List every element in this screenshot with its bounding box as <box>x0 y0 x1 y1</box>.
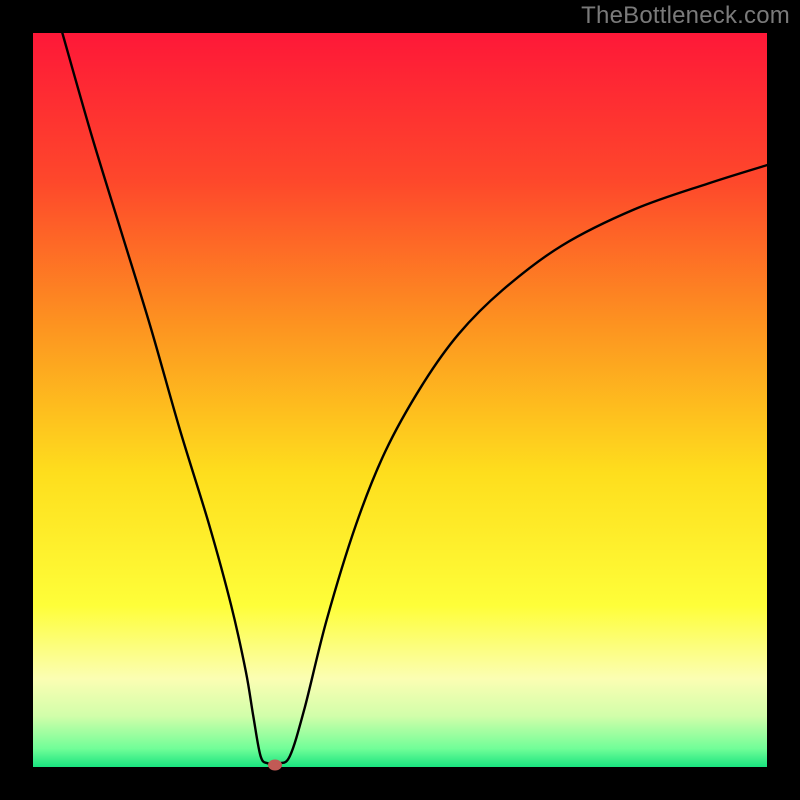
optimal-point-marker <box>268 759 282 770</box>
watermark-text: TheBottleneck.com <box>581 2 790 30</box>
plot-svg <box>33 33 767 767</box>
chart-frame: TheBottleneck.com <box>0 0 800 800</box>
gradient-background <box>33 33 767 767</box>
plot-area <box>33 33 767 767</box>
